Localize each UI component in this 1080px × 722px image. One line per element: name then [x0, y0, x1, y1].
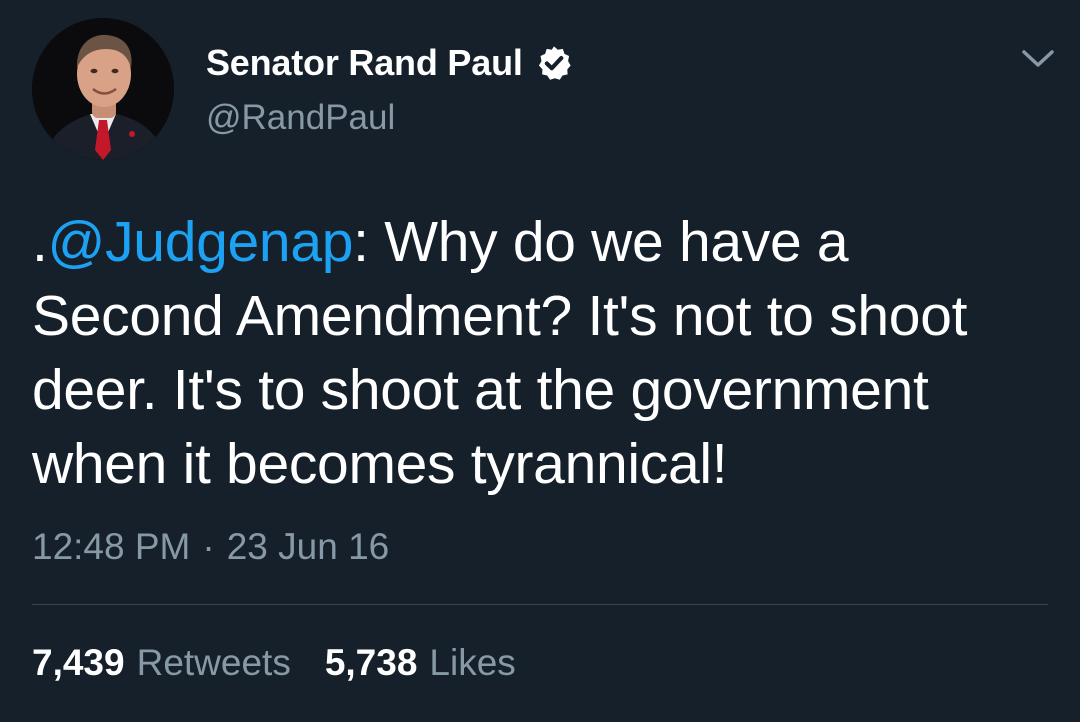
author-name-row[interactable]: Senator Rand Paul [206, 38, 573, 88]
timestamp-separator: · [202, 526, 215, 567]
mention-link[interactable]: @Judgenap [48, 210, 354, 274]
tweet-time: 12:48 PM [32, 526, 191, 567]
tweet-timestamp[interactable]: 12:48 PM · 23 Jun 16 [32, 526, 389, 568]
retweets-count: 7,439 [32, 642, 125, 683]
avatar[interactable] [32, 18, 174, 160]
likes-count: 5,738 [324, 642, 418, 683]
retweets-stat[interactable]: 7,439 Retweets [32, 642, 291, 684]
divider [32, 604, 1048, 605]
tweet-card: Senator Rand Paul @RandPaul .@Judgenap: … [0, 0, 1080, 722]
avatar-image [32, 18, 174, 160]
tweet-date: 23 Jun 16 [226, 526, 390, 567]
retweets-label: Retweets [136, 642, 291, 683]
tweet-text: .@Judgenap: Why do we have a Second Amen… [32, 205, 1052, 501]
likes-label: Likes [429, 642, 516, 683]
display-name[interactable]: Senator Rand Paul [206, 42, 523, 84]
author-handle[interactable]: @RandPaul [206, 98, 395, 138]
chevron-down-icon[interactable] [1018, 44, 1058, 72]
tweet-stats: 7,439 Retweets 5,738 Likes [32, 642, 550, 684]
likes-stat[interactable]: 5,738 Likes [325, 642, 516, 684]
tweet-text-prefix: . [32, 210, 48, 274]
verified-badge-icon [538, 46, 571, 80]
